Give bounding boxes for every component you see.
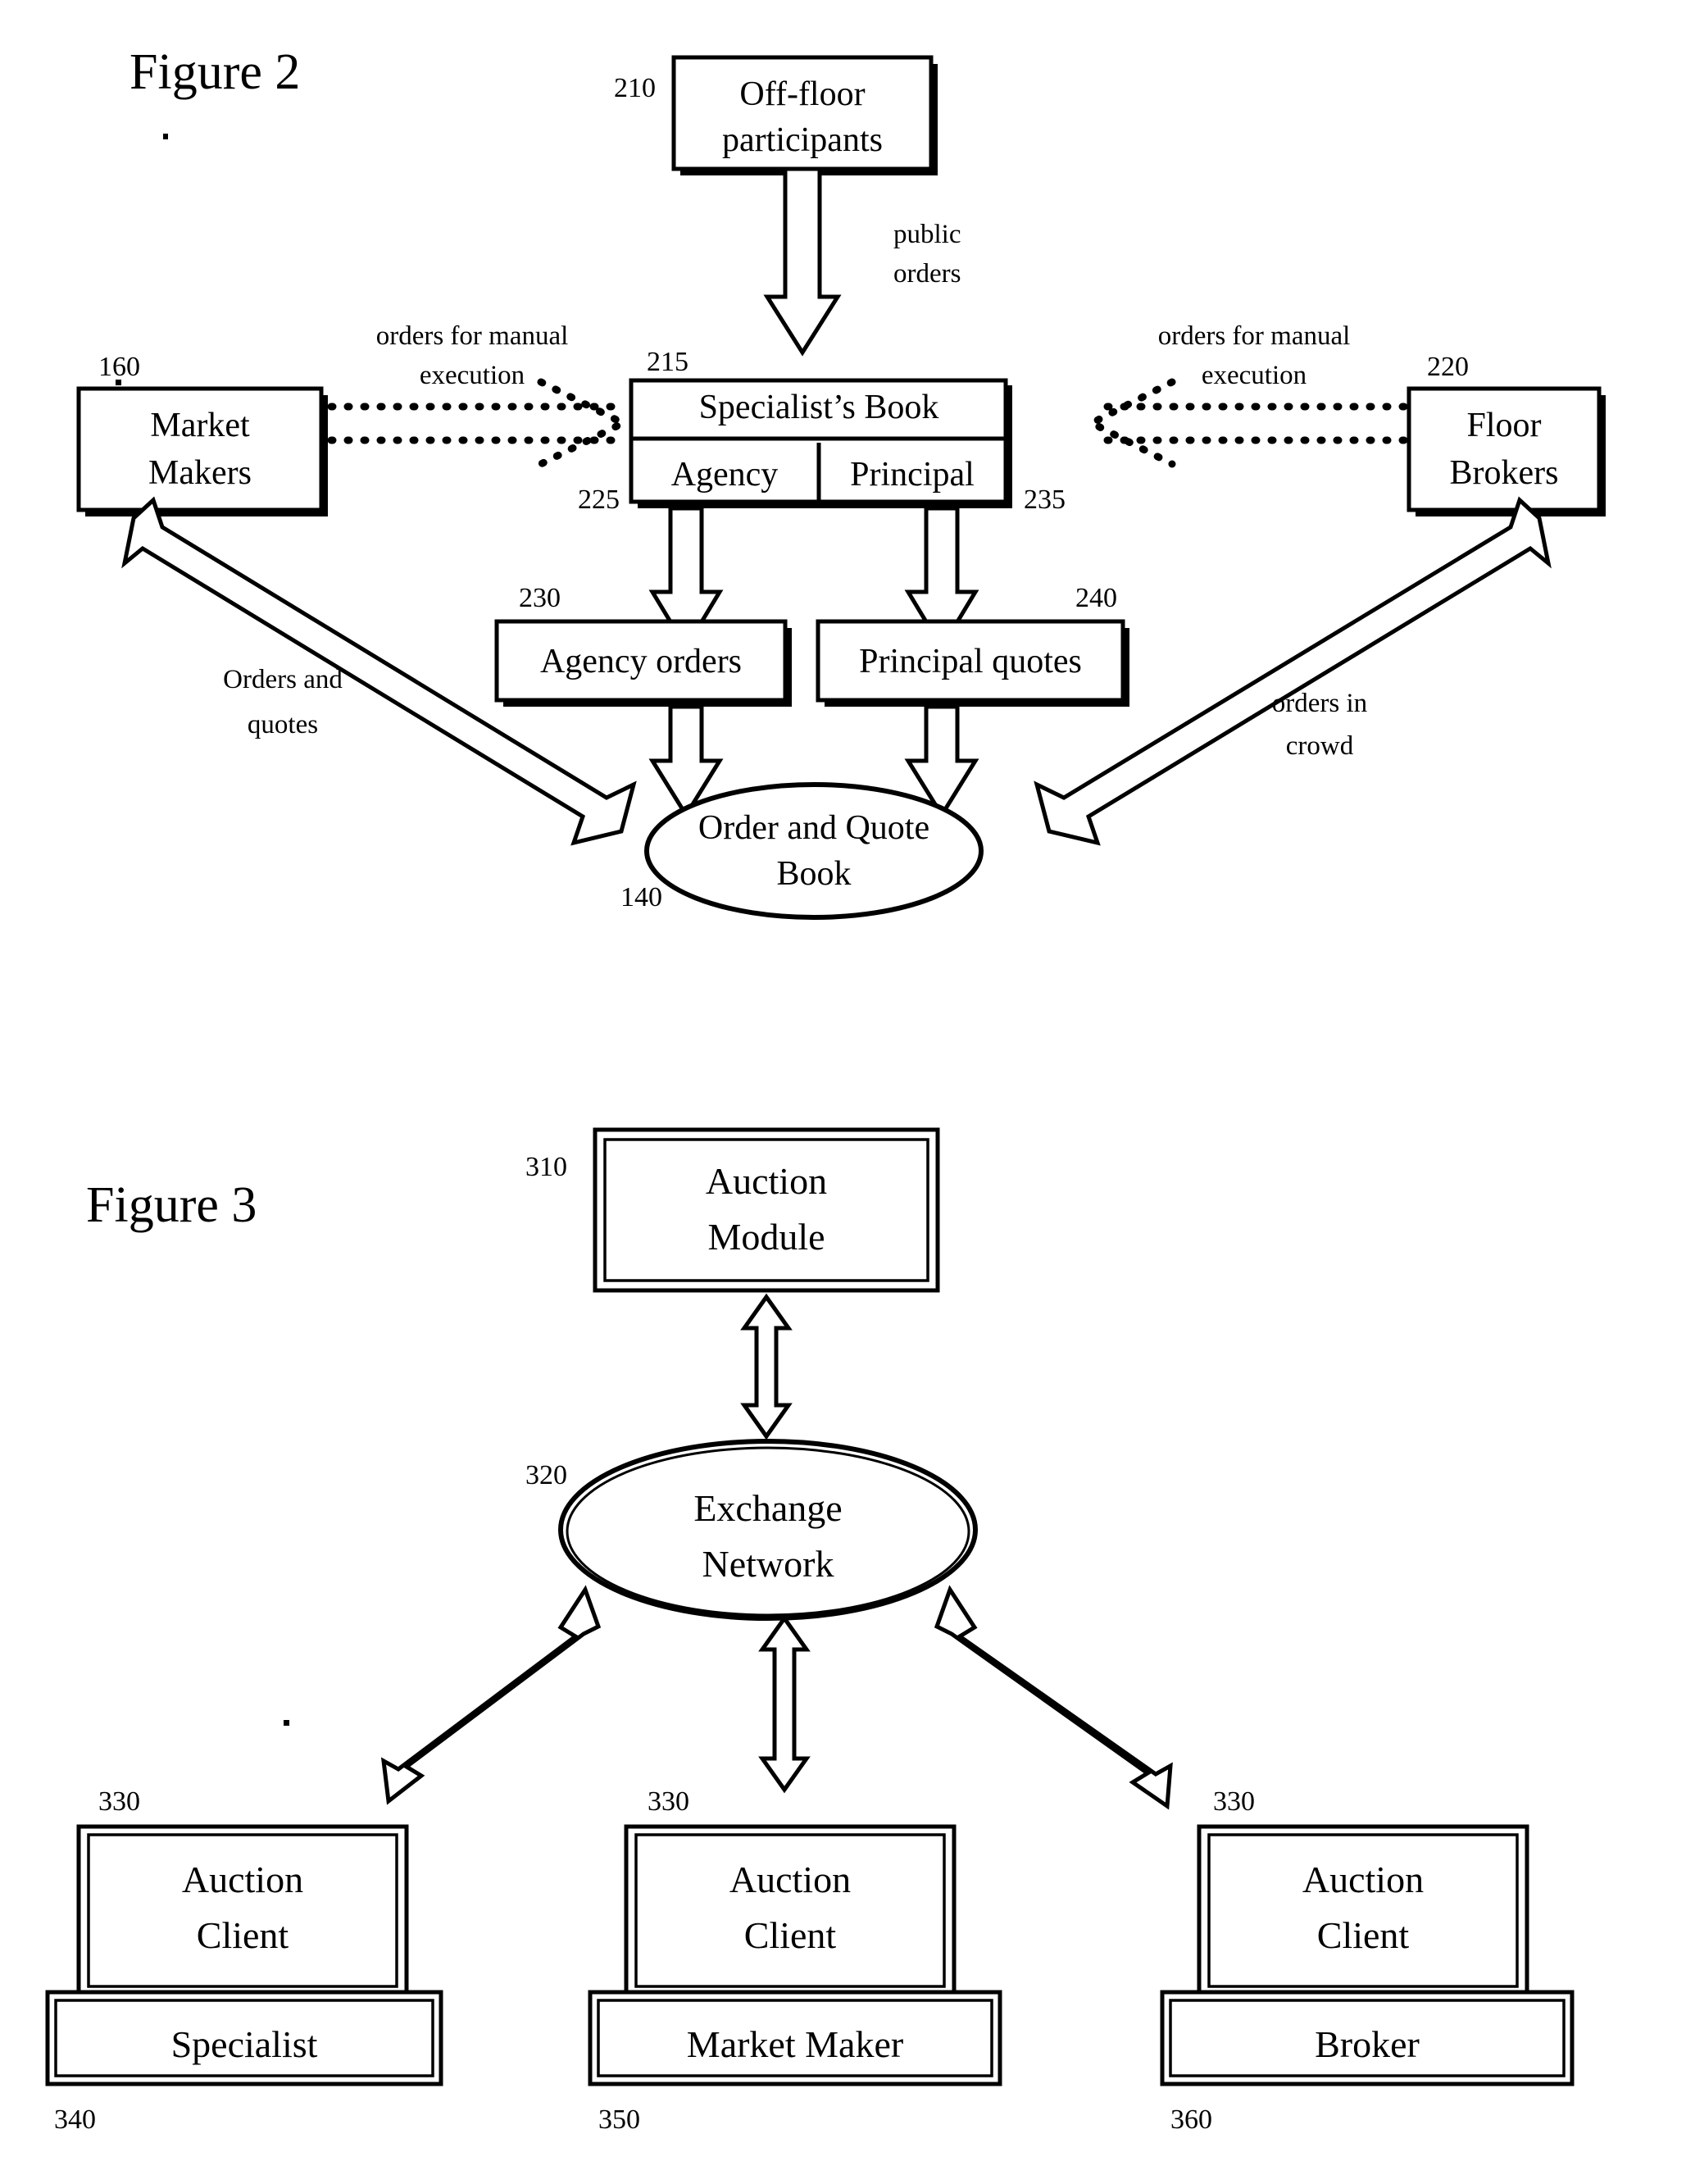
figure-3-title: Figure 3 xyxy=(86,1177,257,1233)
node-auction-client-left[interactable]: Auction Client xyxy=(76,1824,409,1997)
public-orders-label-line1: public xyxy=(893,220,961,249)
ref-220: 220 xyxy=(1427,352,1469,382)
order-quote-book-line1: Order and Quote xyxy=(698,809,929,847)
market-makers-label-line1: Market xyxy=(150,407,250,444)
node-exchange-network[interactable]: Exchange Network xyxy=(558,1439,978,1621)
node-role-broker[interactable]: Broker xyxy=(1160,1990,1575,2086)
ref-240: 240 xyxy=(1075,583,1117,613)
node-market-makers[interactable]: Market Makers xyxy=(76,386,328,516)
auction-client-right-inner xyxy=(1207,1833,1519,1988)
ref-235: 235 xyxy=(1024,485,1066,515)
auction-client-left-inner xyxy=(87,1833,398,1988)
exchange-network-line1: Exchange xyxy=(693,1487,842,1529)
auction-client-mid-line1: Auction xyxy=(729,1859,851,1900)
orders-and-quotes-line2: quotes xyxy=(248,710,318,739)
manual-exec-right-line1: orders for manual xyxy=(1158,321,1351,351)
ref-330-left: 330 xyxy=(98,1786,140,1817)
floor-brokers-label-line2: Brokers xyxy=(1450,454,1559,492)
manual-exec-left-line2: execution xyxy=(420,361,525,390)
ref-320: 320 xyxy=(525,1460,567,1490)
orders-and-quotes-line1: Orders and xyxy=(223,665,343,694)
node-specialists-book[interactable]: Specialist’s Book Agency Principal xyxy=(629,378,1012,508)
node-principal-quotes[interactable]: Principal quotes xyxy=(816,619,1129,707)
off-floor-label-line1: Off-floor xyxy=(739,75,865,113)
order-quote-book-ellipse xyxy=(644,782,984,920)
exchange-network-line2: Network xyxy=(702,1543,834,1585)
figure-2-title: Figure 2 xyxy=(130,44,300,100)
specialists-book-label: Specialist’s Book xyxy=(699,389,939,426)
ref-340: 340 xyxy=(54,2104,96,2135)
ref-160: 160 xyxy=(98,352,140,382)
ref-210: 210 xyxy=(614,73,656,103)
floor-brokers-label-line1: Floor xyxy=(1466,407,1541,444)
order-quote-book-line2: Book xyxy=(776,855,851,893)
node-off-floor-participants[interactable]: Off-floor participants xyxy=(671,55,938,175)
market-makers-label-line2: Makers xyxy=(148,454,252,492)
manual-exec-right-line2: execution xyxy=(1202,361,1307,390)
node-order-and-quote-book[interactable]: Order and Quote Book xyxy=(644,782,984,920)
agency-orders-label: Agency orders xyxy=(540,643,742,680)
auction-client-left-line1: Auction xyxy=(182,1859,303,1900)
auction-client-mid-inner xyxy=(634,1833,946,1988)
market-maker-label: Market Maker xyxy=(687,2023,903,2065)
auction-module-line2: Module xyxy=(707,1216,825,1258)
patent-figure-sheet: Figure 2 Off-floor participants 210 publ… xyxy=(0,0,1686,2184)
ref-215: 215 xyxy=(647,347,688,377)
orders-in-crowd-line2: crowd xyxy=(1286,731,1354,761)
node-role-market-maker[interactable]: Market Maker xyxy=(588,1990,1002,2086)
manual-exec-left-line1: orders for manual xyxy=(376,321,569,351)
auction-client-right-line1: Auction xyxy=(1302,1859,1424,1900)
node-auction-client-right[interactable]: Auction Client xyxy=(1197,1824,1529,1997)
node-auction-module[interactable]: Auction Module xyxy=(593,1127,940,1293)
principal-quotes-label: Principal quotes xyxy=(859,643,1082,680)
auction-client-left-line2: Client xyxy=(197,1914,289,1956)
node-role-specialist[interactable]: Specialist xyxy=(45,1990,443,2086)
specialist-label: Specialist xyxy=(171,2023,318,2065)
node-auction-client-mid[interactable]: Auction Client xyxy=(624,1824,957,1997)
ref-230: 230 xyxy=(519,583,561,613)
ref-140: 140 xyxy=(620,882,662,912)
auction-client-mid-line2: Client xyxy=(744,1914,837,1956)
ref-330-right: 330 xyxy=(1213,1786,1255,1817)
auction-client-right-line2: Client xyxy=(1317,1914,1410,1956)
ref-350: 350 xyxy=(598,2104,640,2135)
ref-310: 310 xyxy=(525,1152,567,1182)
exchange-network-ellipse-outer xyxy=(558,1439,978,1621)
node-floor-brokers[interactable]: Floor Brokers xyxy=(1407,386,1606,516)
ref-360: 360 xyxy=(1170,2104,1212,2135)
principal-cell-label: Principal xyxy=(850,456,975,494)
scan-speck xyxy=(163,134,168,139)
public-orders-label-line2: orders xyxy=(893,259,961,289)
off-floor-label-line2: participants xyxy=(722,121,883,159)
ref-225: 225 xyxy=(578,485,620,515)
node-agency-orders[interactable]: Agency orders xyxy=(494,619,792,707)
ref-330-mid: 330 xyxy=(648,1786,689,1817)
scan-speck-3 xyxy=(284,1720,289,1726)
auction-module-line1: Auction xyxy=(706,1160,827,1202)
orders-in-crowd-line1: orders in xyxy=(1272,689,1367,718)
agency-cell-label: Agency xyxy=(671,456,779,494)
broker-label: Broker xyxy=(1315,2023,1420,2065)
